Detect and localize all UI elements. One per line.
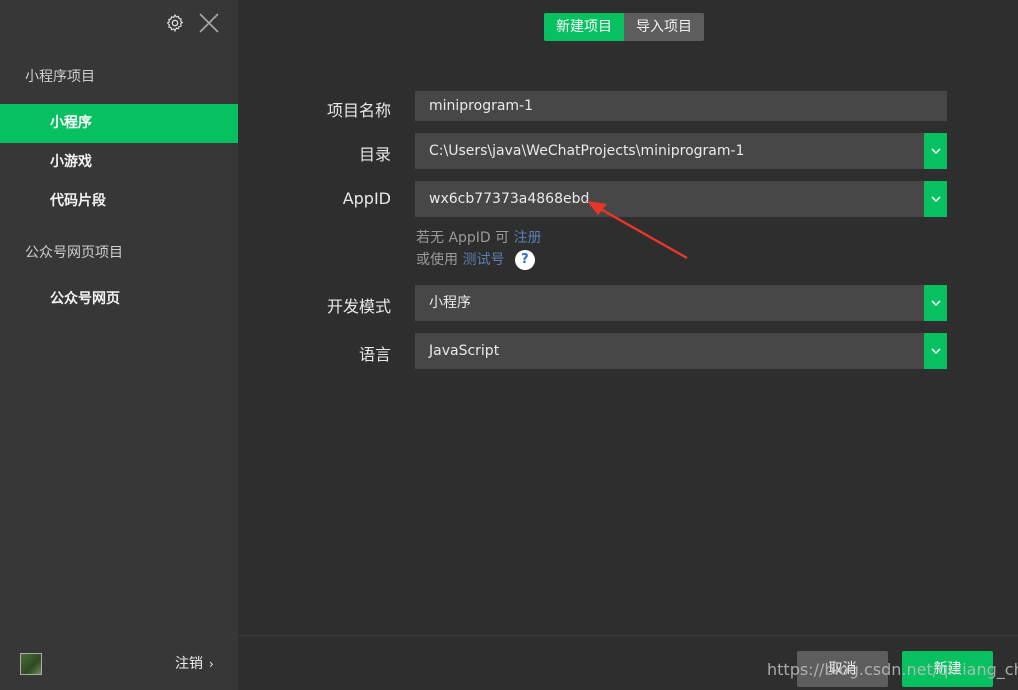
- appid-label: AppID: [342, 189, 391, 208]
- appid-value: wx6cb77373a4868ebd: [429, 191, 590, 207]
- tab-new-project[interactable]: 新建项目: [544, 13, 624, 41]
- chevron-right-icon: ›: [209, 657, 214, 671]
- chevron-down-icon: [930, 196, 941, 202]
- register-hint-text: 若无 AppID 可: [416, 230, 510, 246]
- tab-bar: 新建项目 导入项目: [544, 13, 704, 41]
- language-select[interactable]: JavaScript: [415, 333, 947, 369]
- chevron-down-icon: [930, 300, 941, 306]
- test-account-link[interactable]: 测试号: [462, 252, 504, 268]
- register-hint: 若无 AppID 可 注册: [416, 227, 542, 247]
- language-label: 语言: [358, 345, 391, 364]
- directory-value: C:\Users\java\WeChatProjects\miniprogram…: [429, 143, 745, 159]
- test-account-hint-text: 或使用: [416, 252, 458, 268]
- sidebar-item-code-snippet[interactable]: 代码片段: [0, 182, 238, 221]
- sidebar-item-miniprogram[interactable]: 小程序: [0, 104, 238, 143]
- register-link[interactable]: 注册: [514, 230, 542, 246]
- dev-mode-dropdown-button[interactable]: [924, 285, 947, 321]
- close-icon[interactable]: [198, 12, 220, 34]
- section-title-official-account: 公众号网页项目: [25, 245, 123, 261]
- project-name-value: miniprogram-1: [429, 98, 534, 114]
- project-name-input[interactable]: miniprogram-1: [415, 91, 947, 121]
- chevron-down-icon: [930, 148, 941, 154]
- main-panel: 新建项目 导入项目 项目名称 miniprogram-1 目录 C:\Users…: [238, 0, 1018, 690]
- project-name-label: 项目名称: [326, 101, 391, 120]
- watermark: https://blog.csdn.net/qixiang_chen: [767, 660, 1018, 679]
- sidebar-item-official-account-web[interactable]: 公众号网页: [0, 280, 238, 319]
- tab-import-project[interactable]: 导入项目: [624, 13, 704, 41]
- directory-dropdown-button[interactable]: [924, 133, 947, 169]
- logout-label: 注销: [175, 656, 203, 672]
- dev-mode-select[interactable]: 小程序: [415, 285, 947, 321]
- sidebar-item-minigame[interactable]: 小游戏: [0, 143, 238, 182]
- appid-dropdown-button[interactable]: [924, 181, 947, 217]
- dev-mode-label: 开发模式: [326, 297, 391, 316]
- test-account-hint: 或使用 测试号 ?: [416, 249, 535, 270]
- logout-button[interactable]: 注销 ›: [175, 653, 214, 673]
- footer-divider: [238, 635, 1018, 636]
- directory-input[interactable]: C:\Users\java\WeChatProjects\miniprogram…: [415, 133, 947, 169]
- chevron-down-icon: [930, 348, 941, 354]
- gear-icon[interactable]: [165, 13, 185, 33]
- language-dropdown-button[interactable]: [924, 333, 947, 369]
- directory-label: 目录: [358, 145, 391, 164]
- help-icon[interactable]: ?: [514, 250, 535, 270]
- annotation-arrow: [587, 201, 688, 260]
- language-value: JavaScript: [429, 343, 500, 359]
- section-title-miniprogram: 小程序项目: [25, 69, 95, 85]
- sidebar: 小程序项目 小程序 小游戏 代码片段 公众号网页项目 公众号网页 注销 ›: [0, 0, 238, 690]
- avatar[interactable]: [20, 653, 42, 675]
- dev-mode-value: 小程序: [429, 295, 471, 311]
